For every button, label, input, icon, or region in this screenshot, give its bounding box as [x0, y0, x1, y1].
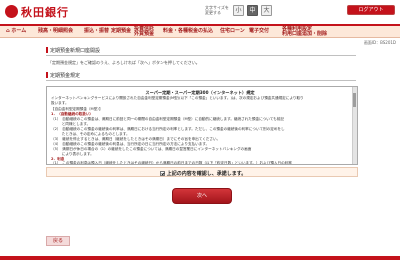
section-title-text: 定期預金規定 [50, 73, 81, 79]
terms-line: と同様とします。 [51, 122, 91, 126]
nav-item-time-deposit[interactable]: 定期預金 [111, 29, 131, 34]
nav-item-housing-loan[interactable]: 住宅ローン [220, 29, 245, 34]
next-button[interactable]: 次へ [172, 188, 232, 204]
agree-checkbox[interactable] [159, 171, 165, 176]
nav-item-bill-payment[interactable]: 料金・各種税金の払込 [163, 29, 213, 34]
nav-item-settings[interactable]: 各種利用設定 利用口座追加・削除 [282, 27, 327, 37]
font-size-medium-button[interactable]: 中 [247, 5, 258, 16]
terms-line: たときは、その定めによるものとします。 [51, 132, 130, 136]
section-title: 定期預金規定 [46, 72, 356, 81]
footer-bar [0, 256, 400, 260]
terms-scrollbar-thumb[interactable] [353, 93, 356, 107]
terms-line: 扱います。 [51, 101, 69, 105]
agree-box[interactable]: 上記の内容を確認し、承諾します。 [46, 167, 358, 177]
font-size-large-button[interactable]: 大 [261, 5, 272, 16]
header: 秋田銀行 文字サイズを変更する 小 中 大 ログアウト [0, 0, 400, 24]
logout-button[interactable]: ログアウト [347, 5, 395, 15]
terms-line: （5） 満期日が休日の場合の（1）の継続をしたこの預金については、満期日の翌営業… [51, 147, 252, 151]
bank-logo-icon [5, 5, 18, 18]
home-icon: ⌂ [6, 28, 10, 34]
nav-item-transfer[interactable]: 振込・振替 [84, 29, 109, 34]
terms-line: （1） この預金の利息は預入日（継続をしたときはその継続日）から満期日の前日まで… [51, 161, 292, 165]
nav-item-home[interactable]: ⌂ ホーム [6, 29, 26, 34]
bank-logo[interactable]: 秋田銀行 [21, 4, 69, 20]
terms-line: （1） 自動継続のこの預金は、満期日に前回と同一の期間の自由金利型定期預金（M型… [51, 117, 284, 121]
main-nav: ⌂ ホーム 残高・明細照会 振込・振替 定期預金 投資信託 外貨預金 料金・各種… [0, 24, 400, 38]
agree-label: 上記の内容を確認し、承諾します。 [166, 171, 247, 177]
title-bar-icon [46, 47, 48, 53]
screen-id: 画面ID：BS201D [363, 40, 396, 45]
instruction-text: 「定期預金規定」をご確認のうえ、よろしければ「次へ」ボタンを押してください。 [48, 60, 200, 65]
terms-line: インターネットバンキングサービスにより開設された自由金利型定期預金(M型)(以下… [51, 96, 304, 100]
terms-line: （2） 自動継続のこの預金の継続後の利率は、満期日における当行所定の利率とします… [51, 127, 285, 131]
font-size-label: 文字サイズを変更する [205, 5, 229, 15]
back-button[interactable]: 戻る [46, 236, 70, 246]
nav-item-balance[interactable]: 残高・明細照会 [38, 29, 73, 34]
terms-line: により表示します。 [51, 152, 94, 156]
page-title: 定期預金新規口座開設 [46, 47, 356, 56]
terms-box[interactable]: スーパー定期・スーパー定期300（インターネット）規定 インターネットバンキング… [46, 86, 358, 165]
terms-line: 1．（自動継続の取扱い） [51, 112, 94, 116]
terms-line: （3） 継続を停止するときは、満期日（継続をしたときはその満期日）までにその旨を… [51, 137, 221, 141]
page-title-text: 定期預金新規口座開設 [50, 48, 101, 54]
agree-checkbox-row[interactable]: 上記の内容を確認し、承諾します。 [47, 170, 359, 177]
nav-item-e-delivery[interactable]: 電子交付 [249, 29, 269, 34]
nav-item-label: ホーム [11, 28, 27, 34]
terms-line: 【自由金利型定期預金（M型）】 [51, 107, 103, 111]
terms-line: （4） 自動継続のこの預金の継続後の利息は、当行所定の日に当行所定の方法により支… [51, 142, 210, 146]
section-bar-icon [46, 72, 48, 78]
terms-scrollbar[interactable] [352, 87, 357, 164]
font-size-small-button[interactable]: 小 [233, 5, 244, 16]
nav-item-investment[interactable]: 投資信託 外貨預金 [134, 27, 154, 37]
